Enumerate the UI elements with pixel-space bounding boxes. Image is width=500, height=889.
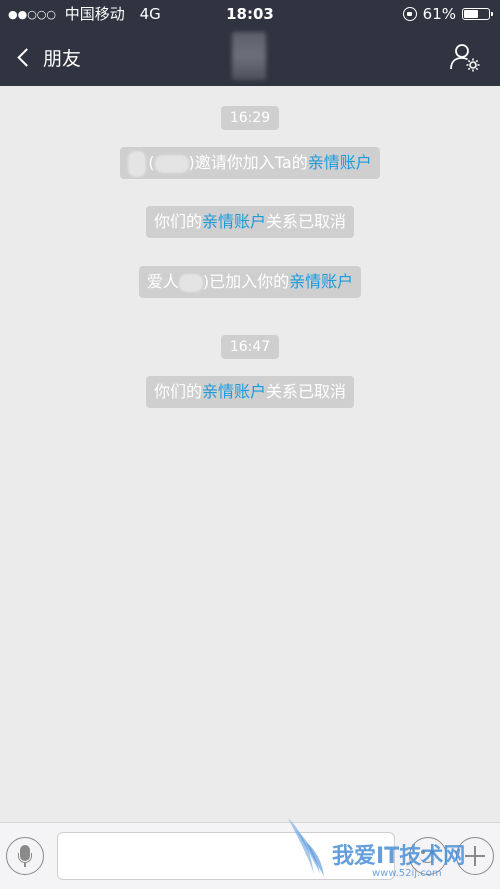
system-message: ()邀请你加入Ta的亲情账户 xyxy=(0,147,500,179)
time-row: 16:47 xyxy=(0,335,500,359)
system-message-chip: 你们的亲情账户关系已取消 xyxy=(145,206,355,238)
add-more-button[interactable] xyxy=(456,837,494,875)
emoji-smile xyxy=(419,854,436,863)
profile-settings-icon[interactable] xyxy=(448,40,482,74)
redacted-name xyxy=(154,154,189,173)
message-input[interactable] xyxy=(57,832,395,880)
time-row: 16:29 xyxy=(0,106,500,130)
rotation-lock-icon xyxy=(402,7,417,21)
status-bar: ●●○○○ 中国移动 4G 18:03 61% xyxy=(0,0,500,28)
time-stamp: 16:29 xyxy=(220,106,280,130)
system-message-chip: 爱人)已加入你的亲情账户 xyxy=(138,266,362,298)
system-message-chip: 你们的亲情账户关系已取消 xyxy=(145,376,355,408)
chat-area[interactable]: 16:29 ()邀请你加入Ta的亲情账户 你们的亲情账户关系已取消 爱人)已加入… xyxy=(0,86,500,822)
contact-name-redacted xyxy=(232,32,266,80)
system-message-chip: ()邀请你加入Ta的亲情账户 xyxy=(120,147,380,179)
back-button[interactable]: 朋友 xyxy=(14,42,81,72)
family-account-link[interactable]: 亲情账户 xyxy=(308,153,372,172)
chevron-left-icon xyxy=(17,47,36,67)
nav-bar: 朋友 xyxy=(0,28,500,86)
family-account-link[interactable]: 亲情账户 xyxy=(202,212,266,231)
system-message: 你们的亲情账户关系已取消 xyxy=(0,206,500,238)
battery-percent: 61% xyxy=(422,5,456,23)
family-account-link[interactable]: 亲情账户 xyxy=(202,382,266,401)
redacted-avatar xyxy=(128,150,147,177)
system-message: 你们的亲情账户关系已取消 xyxy=(0,376,500,408)
time-stamp: 16:47 xyxy=(220,335,280,359)
redacted-name xyxy=(178,273,203,292)
top-bar: ●●○○○ 中国移动 4G 18:03 61% 朋友 xyxy=(0,0,500,86)
microphone-stand xyxy=(18,853,32,863)
battery-fill xyxy=(464,10,479,18)
back-label: 朋友 xyxy=(43,47,82,70)
battery-icon xyxy=(462,8,493,20)
microphone-leg xyxy=(24,863,26,867)
emoji-button[interactable] xyxy=(409,837,447,875)
input-bar xyxy=(0,822,500,889)
family-account-link[interactable]: 亲情账户 xyxy=(289,272,353,291)
system-message: 爱人)已加入你的亲情账户 xyxy=(0,266,500,298)
status-right: 61% xyxy=(402,0,493,28)
voice-input-button[interactable] xyxy=(6,837,44,875)
